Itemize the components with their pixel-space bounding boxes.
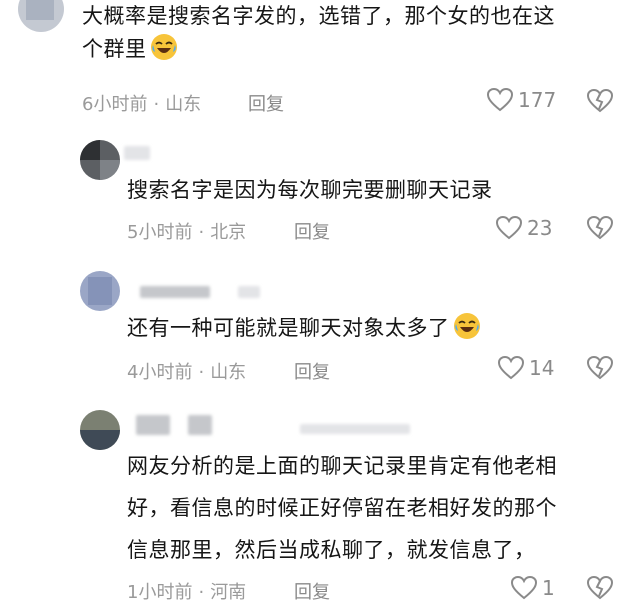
like-count: 14 xyxy=(529,356,555,380)
separator: · xyxy=(198,582,205,603)
avatar[interactable] xyxy=(18,0,64,32)
comment-meta: 5小时前 · 北京 xyxy=(127,218,246,244)
comment-time: 4小时前 xyxy=(127,362,193,383)
username[interactable] xyxy=(136,415,170,435)
comment-text-line: 个群里 xyxy=(82,32,555,65)
comment-time: 5小时前 xyxy=(127,222,193,243)
laughing-crying-emoji xyxy=(150,34,177,60)
broken-heart-icon xyxy=(586,215,614,240)
reply-button[interactable]: 回复 xyxy=(294,578,330,604)
laughing-crying-emoji xyxy=(453,313,480,339)
comment-text-line: 好，看信息的时候正好停留在老相好发的那个 xyxy=(127,496,557,520)
like-button[interactable]: 23 xyxy=(495,215,552,241)
comment-location: 北京 xyxy=(210,222,247,243)
comment-text: 还有一种可能就是聊天对象太多了 xyxy=(127,311,482,344)
broken-heart-icon xyxy=(586,355,614,380)
comment-meta: 1小时前 · 河南 xyxy=(127,578,246,604)
comment-text-line: 网友分析的是上面的聊天记录里肯定有他老相 xyxy=(127,454,557,478)
username[interactable] xyxy=(140,286,210,298)
comment-text: 大概率是搜索名字发的，选错了，那个女的也在这 个群里 xyxy=(82,1,555,65)
username[interactable] xyxy=(238,286,260,298)
username[interactable] xyxy=(124,146,150,160)
broken-heart-icon xyxy=(586,575,614,600)
like-count: 177 xyxy=(518,88,557,112)
comment-time: 1小时前 xyxy=(127,582,193,603)
heart-outline-icon xyxy=(497,355,525,380)
like-count: 23 xyxy=(527,216,553,240)
comment-location: 山东 xyxy=(210,362,247,383)
avatar[interactable] xyxy=(80,140,120,180)
comment-location: 河南 xyxy=(210,582,247,603)
dislike-button[interactable] xyxy=(586,215,614,245)
reply-button[interactable]: 回复 xyxy=(294,218,330,244)
like-button[interactable]: 1 xyxy=(510,575,555,601)
avatar[interactable] xyxy=(80,271,120,311)
comment-meta: 4小时前 · 山东 xyxy=(127,358,246,384)
broken-heart-icon xyxy=(586,88,614,113)
comment-location: 山东 xyxy=(165,94,202,115)
dislike-button[interactable] xyxy=(586,355,614,385)
dislike-button[interactable] xyxy=(586,575,614,605)
reply-button[interactable]: 回复 xyxy=(294,358,330,384)
heart-outline-icon xyxy=(486,87,514,112)
heart-outline-icon xyxy=(495,215,523,240)
comment-text-line: 大概率是搜索名字发的，选错了，那个女的也在这 xyxy=(82,4,555,28)
comment-text: 搜索名字是因为每次聊完要删聊天记录 xyxy=(127,178,493,202)
separator: · xyxy=(198,222,205,243)
comment-text-line: 信息那里，然后当成私聊了，就发信息了， xyxy=(127,538,536,562)
comment-text-line: 还有一种可能就是聊天对象太多了 xyxy=(127,316,450,340)
like-button[interactable]: 14 xyxy=(497,355,554,381)
avatar[interactable] xyxy=(80,410,120,450)
username[interactable] xyxy=(188,415,212,435)
separator: · xyxy=(198,362,205,383)
dislike-button[interactable] xyxy=(586,88,614,118)
username[interactable] xyxy=(300,424,410,434)
like-button[interactable]: 177 xyxy=(486,87,556,113)
heart-outline-icon xyxy=(510,575,538,600)
comment-text: 网友分析的是上面的聊天记录里肯定有他老相 好，看信息的时候正好停留在老相好发的那… xyxy=(127,451,557,566)
comment-time: 6小时前 xyxy=(82,94,148,115)
reply-button[interactable]: 回复 xyxy=(248,90,284,116)
comment-meta: 6小时前 · 山东 xyxy=(82,90,201,116)
separator: · xyxy=(153,94,160,115)
like-count: 1 xyxy=(542,576,555,600)
